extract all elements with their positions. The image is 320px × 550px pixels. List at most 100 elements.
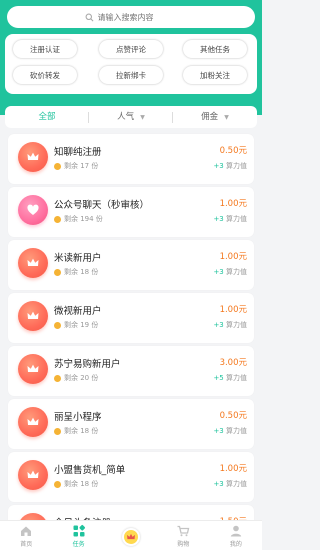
filter-tab-label: 人气 (117, 112, 135, 122)
task-title: 米读新用户 (54, 253, 102, 264)
crown-icon (18, 142, 48, 172)
task-price: 1.00元 (219, 464, 247, 474)
remaining-text: 剩余 19 份 (64, 321, 99, 329)
task-remaining: 剩余 18 份 (54, 479, 98, 489)
task-bonus: +3 算力值 (213, 214, 247, 224)
bonus-value: +3 (213, 215, 224, 223)
task-row[interactable]: 知聊纯注册 剩余 17 份 0.50元 +3 算力值 (8, 134, 254, 184)
task-chip-other[interactable]: 其他任务 (183, 40, 247, 58)
task-bonus: +3 算力值 (213, 267, 247, 277)
bonus-value: +3 (213, 268, 224, 276)
remaining-text: 剩余 194 份 (64, 215, 103, 223)
coin-icon (54, 321, 61, 329)
remaining-text: 剩余 17 份 (64, 162, 99, 170)
filter-tab-popularity[interactable]: 人气 ▼ (89, 106, 173, 128)
coin-icon (54, 162, 61, 170)
bonus-label: 算力值 (226, 162, 247, 170)
task-title: 苏宁易购新用户 (54, 359, 121, 370)
bonus-value: +3 (213, 480, 224, 488)
coin-icon (54, 374, 61, 382)
bonus-label: 算力值 (226, 480, 247, 488)
coin-icon (54, 480, 61, 488)
task-price: 1.00元 (219, 305, 247, 315)
search-bar[interactable] (7, 6, 255, 28)
crown-icon (18, 354, 48, 384)
tab-tasks[interactable]: 任务 (52, 521, 104, 550)
bottom-tab-bar: 首页 任务 购物 我的 (0, 520, 262, 550)
task-row[interactable]: 米读新用户 剩余 18 份 1.00元 +3 算力值 (8, 240, 254, 290)
bonus-value: +3 (213, 162, 224, 170)
bonus-value: +3 (213, 427, 224, 435)
task-title: 小盟售货机_简单 (54, 465, 126, 476)
center-crown-icon (122, 527, 141, 546)
task-chip-bargain[interactable]: 砍价转发 (13, 66, 77, 84)
coin-icon (54, 215, 61, 223)
crown-icon (18, 301, 48, 331)
user-icon (230, 525, 242, 536)
tab-profile[interactable]: 我的 (210, 521, 262, 550)
task-price: 3.00元 (219, 358, 247, 368)
task-chip-like[interactable]: 点赞评论 (99, 40, 163, 58)
tab-shopping[interactable]: 购物 (157, 521, 209, 550)
tab-label: 首页 (20, 540, 33, 548)
bonus-value: +5 (213, 374, 224, 382)
task-remaining: 剩余 20 份 (54, 373, 98, 383)
task-category-panel: 注册认证 点赞评论 其他任务 砍价转发 拉新绑卡 加粉关注 (5, 34, 257, 94)
bonus-value: +3 (213, 321, 224, 329)
remaining-text: 剩余 20 份 (64, 374, 99, 382)
grid-icon (73, 524, 85, 536)
task-chip-follow[interactable]: 加粉关注 (183, 66, 247, 84)
task-remaining: 剩余 17 份 (54, 161, 98, 171)
task-title: 丽呈小程序 (54, 412, 102, 423)
sort-caret-icon: ▼ (140, 114, 145, 121)
home-icon (21, 526, 32, 536)
task-remaining: 剩余 19 份 (54, 320, 98, 330)
crown-icon (18, 248, 48, 278)
task-price: 1.00元 (219, 199, 247, 209)
task-row[interactable]: 公众号聊天（秒审核） 剩余 194 份 1.00元 +3 算力值 (8, 187, 254, 237)
search-input[interactable] (97, 12, 178, 22)
task-bonus: +3 算力值 (213, 320, 247, 330)
task-price: 0.50元 (219, 146, 247, 156)
task-row[interactable]: 丽呈小程序 剩余 18 份 0.50元 +3 算力值 (8, 399, 254, 449)
bonus-label: 算力值 (226, 268, 247, 276)
bonus-label: 算力值 (226, 374, 247, 382)
filter-tab-label: 全部 (38, 112, 56, 122)
crown-icon (18, 460, 48, 490)
tab-label: 任务 (72, 540, 85, 548)
cart-icon (177, 525, 190, 536)
remaining-text: 剩余 18 份 (64, 268, 99, 276)
task-bonus: +3 算力值 (213, 161, 247, 171)
coin-icon (54, 268, 61, 276)
tab-home[interactable]: 首页 (0, 521, 52, 550)
task-chip-register[interactable]: 注册认证 (13, 40, 77, 58)
bonus-label: 算力值 (226, 215, 247, 223)
task-title: 微视新用户 (54, 306, 102, 317)
task-remaining: 剩余 194 份 (54, 214, 103, 224)
remaining-text: 剩余 18 份 (64, 427, 99, 435)
task-list: 知聊纯注册 剩余 17 份 0.50元 +3 算力值 公众号聊天（秒审核） 剩余… (8, 134, 254, 550)
task-row[interactable]: 苏宁易购新用户 剩余 20 份 3.00元 +5 算力值 (8, 346, 254, 396)
filter-tab-all[interactable]: 全部 (5, 106, 89, 128)
task-row[interactable]: 微视新用户 剩余 19 份 1.00元 +3 算力值 (8, 293, 254, 343)
task-price: 1.00元 (219, 252, 247, 262)
task-bonus: +3 算力值 (213, 479, 247, 489)
search-icon (85, 13, 93, 21)
tab-label: 购物 (177, 540, 190, 548)
bonus-label: 算力值 (226, 427, 247, 435)
crown-icon (18, 407, 48, 437)
filter-tab-label: 佣金 (201, 112, 219, 122)
filter-tab-commission[interactable]: 佣金 ▼ (173, 106, 257, 128)
task-title: 知聊纯注册 (54, 147, 102, 158)
task-bonus: +5 算力值 (213, 373, 247, 383)
task-remaining: 剩余 18 份 (54, 267, 98, 277)
tab-label: 我的 (229, 540, 242, 548)
bonus-label: 算力值 (226, 321, 247, 329)
task-remaining: 剩余 18 份 (54, 426, 98, 436)
sort-caret-icon: ▼ (224, 114, 229, 121)
task-row[interactable]: 小盟售货机_简单 剩余 18 份 1.00元 +3 算力值 (8, 452, 254, 502)
heart-icon (18, 195, 48, 225)
task-chip-invite[interactable]: 拉新绑卡 (99, 66, 163, 84)
tab-center[interactable] (105, 521, 157, 550)
remaining-text: 剩余 18 份 (64, 480, 99, 488)
